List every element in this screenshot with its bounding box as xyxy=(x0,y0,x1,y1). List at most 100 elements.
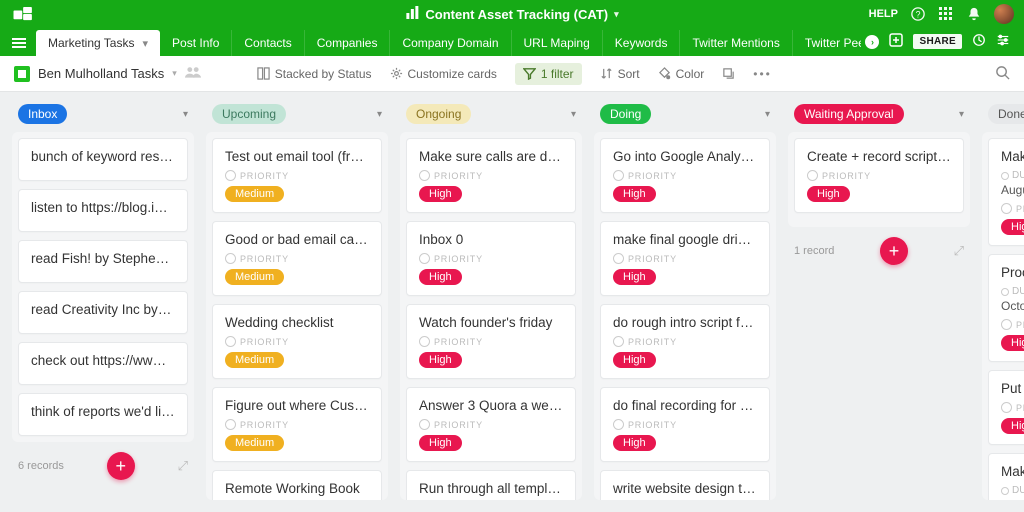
priority-label: PRIORITY xyxy=(613,419,757,430)
card[interactable]: Run through all templates …PRIORITYMediu… xyxy=(406,470,576,500)
people-icon[interactable] xyxy=(185,65,201,82)
card[interactable]: Remote Working BookPRIORITYMedium xyxy=(212,470,382,500)
expand-icon[interactable]: ⤢ xyxy=(178,458,188,474)
column-menu-icon[interactable]: ▾ xyxy=(959,109,964,120)
priority-label: PRIORITY xyxy=(1001,203,1024,214)
card[interactable]: Answer 3 Quora a weekPRIORITYHigh xyxy=(406,387,576,462)
brand-icon[interactable] xyxy=(10,5,38,23)
settings-icon[interactable] xyxy=(996,33,1010,50)
card[interactable]: Wedding checklistPRIORITYMedium xyxy=(212,304,382,379)
card[interactable]: Figure out where Custome…PRIORITYMedium xyxy=(212,387,382,462)
expand-icon[interactable]: ⤢ xyxy=(954,243,964,259)
due-label: DUE D xyxy=(1001,485,1024,496)
card[interactable]: Make .DUE DNovemb xyxy=(988,453,1024,500)
column-pill[interactable]: Upcoming xyxy=(212,104,286,124)
card[interactable]: do rough intro script for w…PRIORITYHigh xyxy=(600,304,770,379)
tab-twitter-mentions[interactable]: Twitter Mentions xyxy=(680,30,792,56)
card[interactable]: Make sure calls are donePRIORITYHigh xyxy=(406,138,576,213)
tab-company-domain[interactable]: Company Domain xyxy=(390,30,511,56)
tab-overflow-badge[interactable]: › xyxy=(865,35,879,49)
card[interactable]: Test out email tool (from e…PRIORITYMedi… xyxy=(212,138,382,213)
card[interactable]: think of reports we'd like t… xyxy=(18,393,188,436)
priority-label: PRIORITY xyxy=(613,253,757,264)
card[interactable]: ProcesDUE DOctoberPRIORITYHigh xyxy=(988,254,1024,362)
card[interactable]: do final recording for v8 o…PRIORITYHigh xyxy=(600,387,770,462)
card[interactable]: Make .DUE DAugustPRIORITYHigh xyxy=(988,138,1024,246)
add-card-button[interactable]: + xyxy=(107,452,135,480)
card[interactable]: Create + record scripts for …PRIORITYHig… xyxy=(794,138,964,213)
share-button[interactable]: SHARE xyxy=(913,34,962,49)
user-avatar[interactable] xyxy=(994,4,1014,24)
search-icon[interactable] xyxy=(995,65,1010,83)
customize-cards-button[interactable]: Customize cards xyxy=(390,67,497,81)
column-pill[interactable]: Waiting Approval xyxy=(794,104,904,124)
card[interactable]: Inbox 0PRIORITYHigh xyxy=(406,221,576,296)
card[interactable]: Good or bad email capture… PRIORITY Medium xyxy=(212,221,382,296)
card[interactable]: Watch founder's fridayPRIORITYHigh xyxy=(406,304,576,379)
priority-label: PRIORITY xyxy=(419,419,563,430)
view-title[interactable]: Ben Mulholland Tasks xyxy=(38,66,164,81)
tab-companies[interactable]: Companies xyxy=(305,30,391,56)
card[interactable]: bunch of keyword research xyxy=(18,138,188,181)
tabs-row: Marketing Tasks▾Post InfoContactsCompani… xyxy=(0,28,1024,56)
share-view-icon[interactable] xyxy=(722,67,735,80)
priority-label: PRIORITY xyxy=(225,419,369,430)
add-card-button[interactable]: + xyxy=(880,237,908,265)
column-menu-icon[interactable]: ▾ xyxy=(765,109,770,120)
tab-marketing-tasks[interactable]: Marketing Tasks▾ xyxy=(36,30,160,56)
filter-button[interactable]: 1 filter xyxy=(515,63,582,85)
column-menu-icon[interactable]: ▾ xyxy=(571,109,576,120)
card[interactable]: read Fish! by Stephen Lun… xyxy=(18,240,188,283)
card-title: Make . xyxy=(1001,149,1024,164)
priority-badge: Medium xyxy=(225,269,284,285)
help-label[interactable]: HELP xyxy=(869,8,898,20)
column-ongoing: Ongoing ▾ Make sure calls are done PRIORITY… xyxy=(400,104,582,500)
card-title: Proces xyxy=(1001,265,1024,280)
card-title: Answer 3 Quora a week xyxy=(419,398,563,413)
tab-twitter-peeps[interactable]: Twitter Peeps xyxy=(793,30,862,56)
card-title: Good or bad email capture… xyxy=(225,232,369,247)
tab-post-info[interactable]: Post Info xyxy=(160,30,232,56)
card[interactable]: make final google drive fol…PRIORITYHigh xyxy=(600,221,770,296)
card-title: do final recording for v8 o… xyxy=(613,398,757,413)
chevron-down-icon[interactable]: ▾ xyxy=(614,9,619,20)
svg-text:?: ? xyxy=(916,10,921,20)
more-icon[interactable]: ••• xyxy=(753,67,772,81)
column-menu-icon[interactable]: ▾ xyxy=(183,109,188,120)
view-type-icon[interactable] xyxy=(14,66,30,82)
column-pill[interactable]: Doing xyxy=(600,104,651,124)
column-menu-icon[interactable]: ▾ xyxy=(377,109,382,120)
workspace-title[interactable]: Content Asset Tracking (CAT) xyxy=(425,7,608,22)
card[interactable]: Put a lPRIORITYHigh xyxy=(988,370,1024,445)
priority-label: PRIORITY xyxy=(1001,319,1024,330)
card-title: Remote Working Book xyxy=(225,481,369,496)
color-button[interactable]: Color xyxy=(658,67,705,81)
priority-badge: Medium xyxy=(225,186,284,202)
card[interactable]: write website design temp…PRIORITYHigh xyxy=(600,470,770,500)
card-title: write website design temp… xyxy=(613,481,757,496)
column-pill[interactable]: Done xyxy=(988,104,1024,124)
tab-keywords[interactable]: Keywords xyxy=(603,30,681,56)
apps-grid-icon[interactable] xyxy=(938,6,954,22)
card[interactable]: listen to https://blog.inter… xyxy=(18,189,188,232)
add-tab-icon[interactable] xyxy=(889,33,903,50)
tab-url-maping[interactable]: URL Maping xyxy=(512,30,603,56)
card-title: read Creativity Inc by Ed C… xyxy=(31,302,175,317)
card[interactable]: check out https://www.joe… xyxy=(18,342,188,385)
column-pill[interactable]: Inbox xyxy=(18,104,67,124)
priority-label: PRIORITY xyxy=(419,170,563,181)
hamburger-icon[interactable] xyxy=(12,38,26,48)
tab-contacts[interactable]: Contacts xyxy=(232,30,304,56)
card[interactable]: Go into Google Analytics a…PRIORITYHigh xyxy=(600,138,770,213)
help-icon[interactable]: ? xyxy=(910,6,926,22)
column-pill[interactable]: Ongoing xyxy=(406,104,471,124)
priority-label: PRIORITY xyxy=(225,253,369,264)
chevron-down-icon[interactable]: ▾ xyxy=(172,68,177,79)
bell-icon[interactable] xyxy=(966,6,982,22)
tab-dropdown-icon[interactable]: ▾ xyxy=(142,38,148,50)
history-icon[interactable] xyxy=(972,33,986,50)
stacked-by-button[interactable]: Stacked by Status xyxy=(257,67,372,81)
sort-button[interactable]: Sort xyxy=(600,67,640,81)
card[interactable]: read Creativity Inc by Ed C… xyxy=(18,291,188,334)
card-title: Make sure calls are done xyxy=(419,149,563,164)
